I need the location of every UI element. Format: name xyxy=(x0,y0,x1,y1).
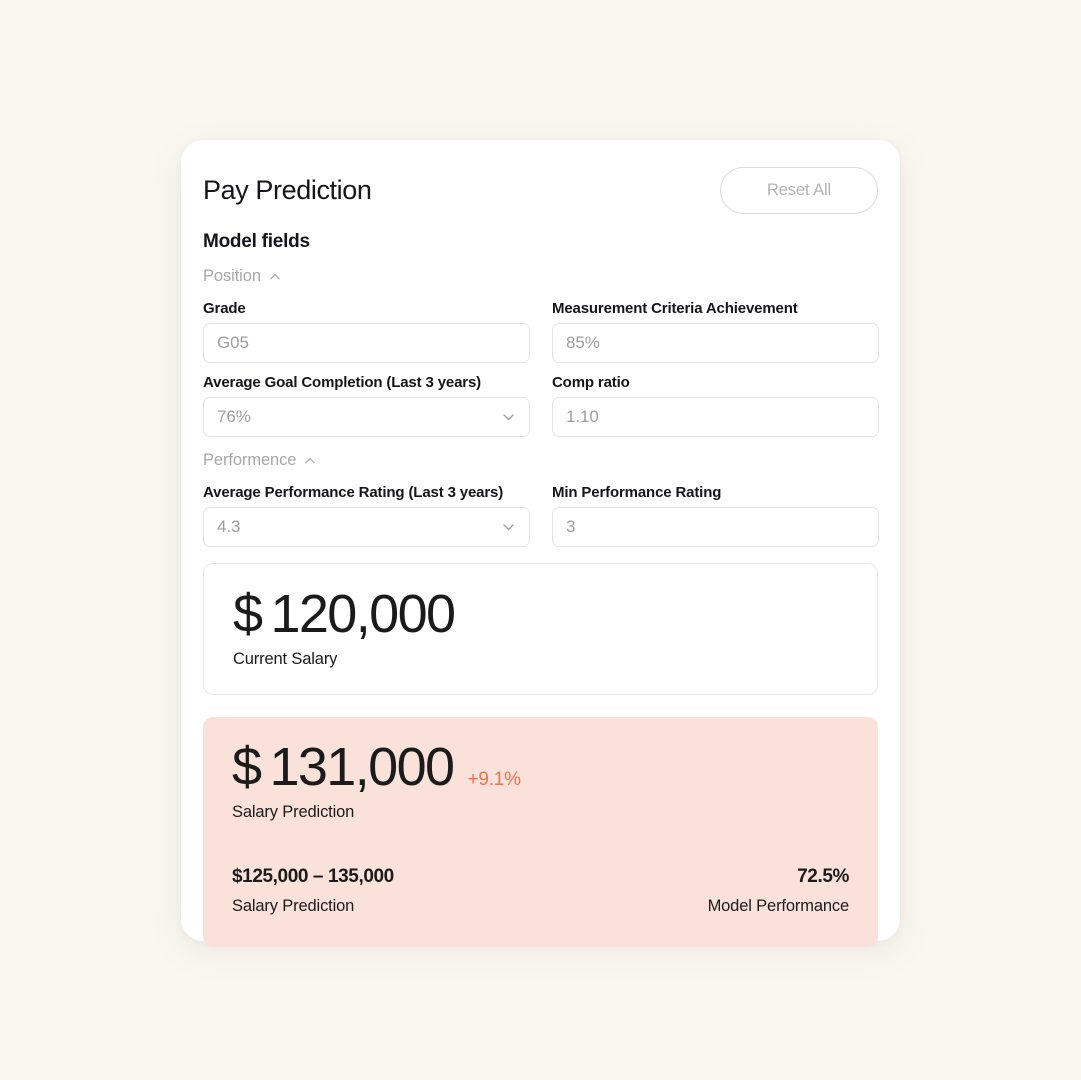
measurement-criteria-achievement-input[interactable] xyxy=(552,323,879,363)
app-background: Pay Prediction Reset All Model fields Po… xyxy=(0,0,1081,1080)
comp-ratio-input[interactable] xyxy=(552,397,879,437)
reset-all-button[interactable]: Reset All xyxy=(720,167,878,214)
model-performance-value: 72.5% xyxy=(797,866,849,888)
prediction-amount: $131,000 xyxy=(232,737,455,797)
position-field-grid: Grade Measurement Criteria Achievement A… xyxy=(203,289,879,437)
field-average-goal-completion: Average Goal Completion (Last 3 years) xyxy=(203,363,530,437)
input-wrap-average-goal-completion xyxy=(203,397,530,437)
prediction-value: 131,000 xyxy=(269,737,455,797)
min-performance-rating-input[interactable] xyxy=(552,507,879,547)
input-wrap-average-performance-rating xyxy=(203,507,530,547)
field-label-min-performance-rating: Min Performance Rating xyxy=(552,484,722,501)
field-label-comp-ratio: Comp ratio xyxy=(552,374,630,391)
model-fields-section-title: Model fields xyxy=(203,231,310,252)
current-salary-amount: $120,000 xyxy=(233,584,848,644)
field-average-performance-rating: Average Performance Rating (Last 3 years… xyxy=(203,473,530,547)
input-wrap-measurement-criteria-achievement xyxy=(552,323,879,363)
input-wrap-comp-ratio xyxy=(552,397,879,437)
average-goal-completion-select[interactable] xyxy=(203,397,530,437)
field-measurement-criteria-achievement: Measurement Criteria Achievement xyxy=(552,289,879,363)
current-salary-value: 120,000 xyxy=(270,584,456,644)
field-comp-ratio: Comp ratio xyxy=(552,363,879,437)
prediction-range-value: $125,000 – 135,000 xyxy=(232,866,394,888)
input-wrap-min-performance-rating xyxy=(552,507,879,547)
grade-input[interactable] xyxy=(203,323,530,363)
field-label-measurement-criteria-achievement: Measurement Criteria Achievement xyxy=(552,300,798,317)
performence-field-grid: Average Performance Rating (Last 3 years… xyxy=(203,473,879,547)
card-header: Pay Prediction Reset All xyxy=(203,140,878,214)
input-wrap-grade xyxy=(203,323,530,363)
field-label-average-goal-completion: Average Goal Completion (Last 3 years) xyxy=(203,374,481,391)
chevron-up-icon xyxy=(268,270,282,284)
prediction-range-caption: Salary Prediction xyxy=(232,897,355,916)
current-salary-panel: $120,000 Current Salary xyxy=(203,563,878,695)
current-salary-caption: Current Salary xyxy=(233,650,338,669)
prediction-delta-badge: +9.1% xyxy=(467,769,521,790)
prediction-currency: $ xyxy=(232,737,262,797)
salary-prediction-panel: $131,000 +9.1% Salary Prediction $125,00… xyxy=(203,717,878,947)
prediction-footer: $125,000 – 135,000 Salary Prediction 72.… xyxy=(232,866,849,916)
average-performance-rating-select[interactable] xyxy=(203,507,530,547)
prediction-range-column: $125,000 – 135,000 Salary Prediction xyxy=(232,866,394,916)
model-performance-column: 72.5% Model Performance xyxy=(707,866,850,916)
prediction-amount-row: $131,000 +9.1% xyxy=(232,737,849,797)
page-title: Pay Prediction xyxy=(203,174,372,205)
current-salary-currency: $ xyxy=(233,584,263,644)
field-label-average-performance-rating: Average Performance Rating (Last 3 years… xyxy=(203,484,504,501)
group-header-position[interactable]: Position xyxy=(203,267,282,286)
field-grade: Grade xyxy=(203,289,530,363)
field-min-performance-rating: Min Performance Rating xyxy=(552,473,879,547)
group-header-performence[interactable]: Performence xyxy=(203,451,317,470)
field-label-grade: Grade xyxy=(203,300,246,317)
chevron-up-icon xyxy=(303,454,317,468)
prediction-caption: Salary Prediction xyxy=(232,803,355,822)
model-performance-caption: Model Performance xyxy=(707,897,850,916)
group-label-position: Position xyxy=(203,267,261,285)
group-label-performence: Performence xyxy=(203,451,297,469)
pay-prediction-card: Pay Prediction Reset All Model fields Po… xyxy=(181,140,900,947)
